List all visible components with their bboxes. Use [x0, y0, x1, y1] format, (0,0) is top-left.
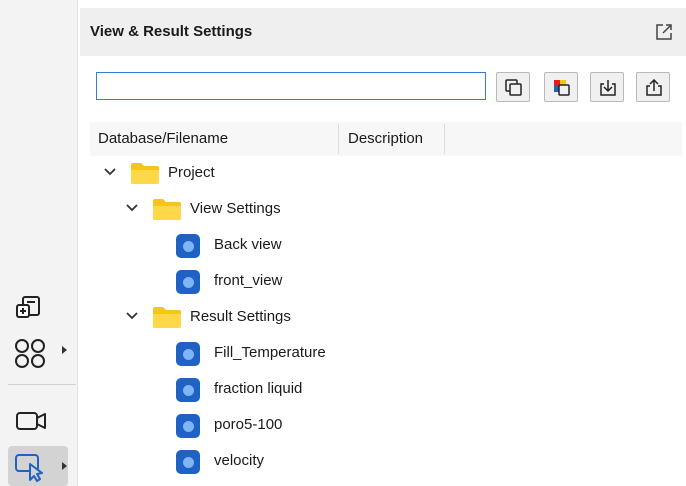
color-view-icon	[554, 80, 570, 96]
copy-view-button[interactable]	[496, 72, 530, 102]
tree-node-result-settings[interactable]: Result Settings	[80, 300, 680, 334]
copy-view-icon	[505, 79, 522, 96]
tool-rail	[0, 0, 78, 486]
setting-item-icon	[176, 270, 200, 294]
setting-item-icon	[176, 378, 200, 402]
tree-item-back-view[interactable]: Back view	[80, 228, 680, 262]
search-input[interactable]	[96, 72, 486, 100]
add-database-button[interactable]	[8, 288, 68, 324]
panel-title: View & Result Settings	[90, 23, 253, 40]
tree-item-label: poro5-100	[214, 416, 283, 433]
export-icon	[646, 79, 662, 96]
column-separator[interactable]	[338, 124, 339, 154]
setting-item-icon	[176, 414, 200, 438]
view-result-settings-panel: View & Result Settings Database/Filename…	[80, 8, 686, 486]
expand-arrow-icon	[62, 346, 67, 354]
chevron-down-icon[interactable]	[104, 167, 116, 177]
tree-node-project[interactable]: Project	[80, 156, 680, 190]
column-header-filename[interactable]: Database/Filename	[90, 122, 338, 156]
tree-node-label: View Settings	[190, 200, 281, 217]
setting-item-icon	[176, 342, 200, 366]
tree-node-view-settings[interactable]: View Settings	[80, 192, 680, 226]
expand-arrow-icon	[62, 462, 67, 470]
setting-item-icon	[176, 234, 200, 258]
setting-item-icon	[176, 450, 200, 474]
tree-item-label: velocity	[214, 452, 265, 469]
import-icon	[600, 80, 616, 96]
apps-menu-button[interactable]	[8, 332, 68, 368]
tree-item-label: front_view	[214, 272, 283, 289]
export-button[interactable]	[636, 72, 670, 102]
popout-icon[interactable]	[654, 22, 674, 42]
add-database-icon	[16, 296, 40, 318]
tree-item-poro5-100[interactable]: poro5-100	[80, 408, 680, 442]
column-header-row: Database/Filename Description	[90, 122, 682, 156]
tree-item-fraction-liquid[interactable]: fraction liquid	[80, 372, 680, 406]
tree-item-label: Back view	[214, 236, 282, 253]
tree-item-fill-temperature[interactable]: Fill_Temperature	[80, 336, 680, 370]
select-pointer-icon	[15, 454, 43, 482]
tree-node-label: Result Settings	[190, 308, 291, 325]
grid-apps-icon	[15, 339, 45, 368]
column-separator[interactable]	[444, 124, 445, 154]
tree-node-label: Project	[168, 164, 215, 181]
tree-item-label: Fill_Temperature	[214, 344, 326, 361]
select-tool-button[interactable]	[8, 446, 68, 486]
folder-icon	[153, 199, 181, 220]
color-view-button[interactable]	[544, 72, 578, 102]
folder-icon	[131, 163, 159, 184]
panel-header: View & Result Settings	[80, 8, 686, 56]
tree-item-velocity[interactable]: velocity	[80, 444, 680, 478]
rail-divider	[8, 384, 76, 385]
chevron-down-icon[interactable]	[126, 203, 138, 213]
chevron-down-icon[interactable]	[126, 311, 138, 321]
tree-item-label: fraction liquid	[214, 380, 303, 397]
import-button[interactable]	[590, 72, 624, 102]
tree-item-front-view[interactable]: front_view	[80, 264, 680, 298]
camera-button[interactable]	[8, 402, 68, 438]
camera-icon	[16, 412, 46, 430]
folder-icon	[153, 307, 181, 328]
column-header-description[interactable]: Description	[340, 122, 446, 156]
